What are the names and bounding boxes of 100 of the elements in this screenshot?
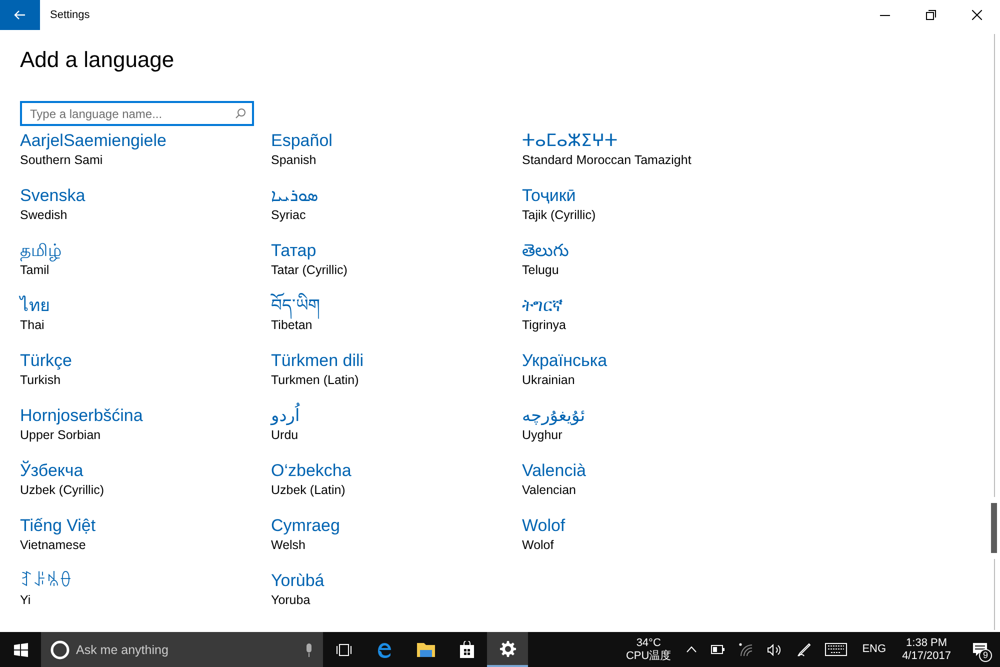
language-english-name: Yoruba: [271, 592, 312, 608]
window-title: Settings: [50, 9, 91, 21]
language-native-name: ไทย: [20, 295, 51, 317]
input-language-indicator[interactable]: ENG: [854, 643, 894, 656]
scrollbar[interactable]: [991, 34, 997, 630]
language-english-name: Tamil: [20, 262, 50, 278]
circle-icon: [50, 640, 70, 660]
language-native-name: AarjelSaemiengiele: [20, 130, 168, 152]
language-item[interactable]: Yorùbá Yoruba: [271, 570, 522, 608]
windows-logo-icon: [14, 642, 28, 656]
language-item[interactable]: ꆈꌠꁱꂷ Yi: [20, 570, 271, 608]
language-native-name: Cymraeg: [271, 515, 341, 537]
language-english-name: Spanish: [271, 152, 318, 168]
language-english-name: Standard Moroccan Tamazight: [522, 152, 692, 168]
language-native-name: ትግርኛ: [522, 295, 564, 317]
sensor-label: CPU温度: [626, 650, 672, 662]
battery-icon[interactable]: [711, 645, 726, 654]
language-english-name: Urdu: [271, 427, 300, 443]
clock[interactable]: 1:38 PM 4/17/2017: [894, 636, 959, 662]
language-english-name: Swedish: [20, 207, 68, 223]
language-native-name: اُردو: [271, 405, 522, 427]
language-item[interactable]: Türkçe Turkish: [20, 350, 271, 388]
language-item[interactable]: ⵜⴰⵎⴰⵣⵉⵖⵜ Standard Moroccan Tamazight: [522, 130, 773, 168]
language-native-name: Yorùbá: [271, 570, 326, 592]
keyboard-icon[interactable]: [825, 643, 848, 656]
language-item[interactable]: བོད་ཡིག Tibetan: [271, 295, 522, 333]
clock-date: 4/17/2017: [902, 650, 951, 662]
speaker-icon[interactable]: [767, 644, 782, 656]
language-native-name: O‘zbekcha: [271, 460, 352, 482]
language-native-name: ⵜⴰⵎⴰⵣⵉⵖⵜ: [522, 130, 619, 152]
language-english-name: Vietnamese: [20, 537, 87, 553]
language-english-name: Ukrainian: [522, 372, 576, 388]
notification-count: 9: [979, 649, 992, 662]
language-item[interactable]: తెలుగు Telugu: [522, 240, 773, 278]
wifi-icon[interactable]: [739, 642, 754, 656]
task-view-icon: [336, 642, 352, 656]
language-english-name: Tigrinya: [522, 317, 567, 333]
language-native-name: ئۇيغۇرچە: [522, 405, 586, 427]
pen-icon[interactable]: [796, 642, 812, 657]
language-item[interactable]: Türkmen dili Turkmen (Latin): [271, 350, 522, 388]
language-english-name: Syriac: [271, 207, 307, 223]
microphone-icon: [305, 642, 313, 656]
language-english-name: Turkish: [20, 372, 62, 388]
language-item[interactable]: O‘zbekcha Uzbek (Latin): [271, 460, 522, 498]
language-item[interactable]: Wolof Wolof: [522, 515, 773, 553]
language-english-name: Valencian: [522, 482, 577, 498]
temperature-reading: 34°C: [636, 636, 661, 650]
language-english-name: Upper Sorbian: [20, 427, 102, 443]
language-native-name: Español: [271, 130, 334, 152]
folder-icon: [416, 642, 434, 657]
action-center-button[interactable]: 9: [959, 632, 1000, 667]
language-item[interactable]: Ўзбекча Uzbek (Cyrillic): [20, 460, 271, 498]
language-native-name: Hornjoserbšćina: [20, 405, 144, 427]
language-item[interactable]: Татар Tatar (Cyrillic): [271, 240, 522, 278]
language-native-name: Тоҷикӣ: [522, 185, 577, 207]
language-english-name: Uyghur: [522, 427, 564, 443]
search-field[interactable]: Type a language name...: [20, 101, 254, 126]
language-item[interactable]: Тоҷикӣ Tajik (Cyrillic): [522, 185, 773, 223]
language-native-name: తెలుగు: [522, 240, 570, 262]
language-english-name: Turkmen (Latin): [271, 372, 360, 388]
language-english-name: Telugu: [522, 262, 560, 278]
search-icon: [235, 108, 246, 119]
close-icon: [972, 10, 982, 20]
language-item[interactable]: Українська Ukrainian: [522, 350, 773, 388]
language-native-name: Türkmen dili: [271, 350, 365, 372]
language-item[interactable]: Hornjoserbšćina Upper Sorbian: [20, 405, 271, 443]
language-item[interactable]: Svenska Swedish: [20, 185, 271, 223]
letter-e-icon: [376, 640, 394, 658]
restore-icon: [926, 10, 936, 20]
language-item[interactable]: ไทย Thai: [20, 295, 271, 333]
language-native-name: ܣܘܪܝܝܐ: [271, 185, 319, 207]
language-english-name: Uzbek (Cyrillic): [20, 482, 106, 498]
language-native-name: Türkçe: [20, 350, 73, 372]
search-box[interactable]: Ask me anything: [41, 632, 323, 667]
language-native-name: བོད་ཡིག: [271, 295, 522, 317]
language-native-name: Татар: [271, 240, 318, 262]
language-english-name: Tibetan: [271, 318, 312, 333]
chevron-up-icon[interactable]: [686, 646, 698, 653]
shopping-bag-icon: [458, 641, 474, 658]
back-arrow-icon: [14, 10, 26, 20]
language-item[interactable]: தமிழ் Tamil: [20, 240, 271, 278]
language-item[interactable]: AarjelSaemiengiele Southern Sami: [20, 130, 271, 168]
language-native-name: Valencià: [522, 460, 587, 482]
language-english-name: Yi: [20, 592, 32, 608]
language-native-name: ꆈꌠꁱꂷ: [20, 570, 73, 592]
language-native-name: Wolof: [522, 515, 566, 537]
language-english-name: Southern Sami: [20, 152, 104, 168]
language-item[interactable]: Español Spanish: [271, 130, 522, 168]
language-english-name: Tatar (Cyrillic): [271, 262, 348, 278]
language-native-name: Ўзбекча: [20, 460, 84, 482]
language-native-name: Українська: [522, 350, 608, 372]
page-heading: Add a language: [20, 46, 176, 74]
language-english-name: Tajik (Cyrillic): [522, 207, 597, 223]
language-item[interactable]: Tiếng Việt Vietnamese: [20, 515, 271, 553]
language-english-name: Uzbek (Latin): [271, 482, 346, 498]
language-item[interactable]: ትግርኛ Tigrinya: [522, 295, 773, 333]
language-item[interactable]: Valencià Valencian: [522, 460, 773, 498]
language-item[interactable]: Cymraeg Welsh: [271, 515, 522, 553]
language-english-name: Thai: [20, 317, 46, 333]
settings-button[interactable]: [487, 632, 528, 667]
